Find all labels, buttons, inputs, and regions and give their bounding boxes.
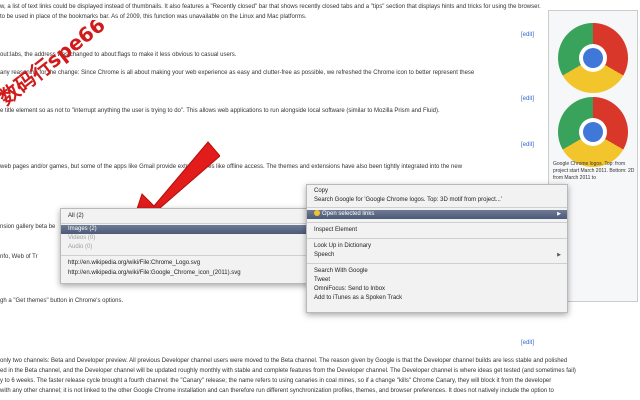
- edit-link[interactable]: [edit]: [521, 140, 534, 150]
- links-extension-icon: [314, 210, 320, 217]
- article-line: web pages and/or games, but some of the …: [0, 164, 463, 170]
- submenu-arrow-icon: ▶: [557, 252, 561, 258]
- menu-item-omnifocus[interactable]: OmniFocus: Send to Inbox: [307, 285, 567, 294]
- media-links-menu: All (2) Images (2) Videos (0) Audio (0) …: [60, 208, 310, 284]
- menu-item-search-with-google[interactable]: Search With Google: [307, 267, 567, 276]
- article-line: with any other channel; it is not linked…: [0, 388, 554, 394]
- menu-item-speech[interactable]: Speech ▶: [307, 251, 567, 260]
- menu-item-inspect-element[interactable]: Inspect Element: [307, 226, 567, 235]
- edit-link[interactable]: [edit]: [521, 338, 534, 348]
- article-line: nsion gallery beta be: [0, 224, 56, 230]
- menu-item-open-selected-links[interactable]: Open selected links ▶: [307, 210, 567, 219]
- article-line: only two channels: Beta and Developer pr…: [0, 358, 568, 364]
- menu-item-label: Open selected links: [322, 211, 375, 217]
- chrome-logo-2011-icon: [558, 97, 628, 167]
- menu-item-link[interactable]: http://en.wikipedia.org/wiki/File:Chrome…: [61, 259, 309, 268]
- menu-item-copy[interactable]: Copy: [307, 187, 567, 196]
- image-caption: Google Chrome logos. Top: from project s…: [553, 161, 635, 181]
- article-line: w, a list of text links could be display…: [0, 4, 541, 10]
- article-line: ed in the Beta channel, and the Develope…: [0, 368, 576, 374]
- menu-item-tweet[interactable]: Tweet: [307, 276, 567, 285]
- menu-item-all[interactable]: All (2): [61, 212, 309, 221]
- watermark-logo: 数码行spe66: [0, 20, 110, 110]
- edit-link[interactable]: [edit]: [521, 30, 534, 40]
- edit-link[interactable]: [edit]: [521, 94, 534, 104]
- chrome-logo-3d-icon: [558, 23, 628, 93]
- article-line: y to 6 weeks. The faster release cycle b…: [0, 378, 552, 384]
- menu-item-images[interactable]: Images (2): [61, 225, 309, 234]
- menu-item-search-google[interactable]: Search Google for 'Google Chrome logos. …: [307, 196, 567, 205]
- svg-text:数码行spe66: 数码行spe66: [0, 20, 110, 110]
- article-line: nfo, Web of Tr: [0, 254, 38, 260]
- menu-item-label: Speech: [314, 252, 335, 258]
- submenu-arrow-icon: ▶: [557, 211, 561, 217]
- context-menu: Copy Search Google for 'Google Chrome lo…: [306, 184, 568, 313]
- menu-item-look-up[interactable]: Look Up in Dictionary: [307, 242, 567, 251]
- menu-item-link[interactable]: http://en.wikipedia.org/wiki/File:Google…: [61, 269, 309, 278]
- article-line: gh a "Get themes" button in Chrome's opt…: [0, 298, 124, 304]
- menu-item-audio: Audio (0): [68, 244, 93, 250]
- menu-item-videos: Videos (0): [68, 235, 96, 241]
- menu-item-add-to-itunes[interactable]: Add to iTunes as a Spoken Track: [307, 294, 567, 303]
